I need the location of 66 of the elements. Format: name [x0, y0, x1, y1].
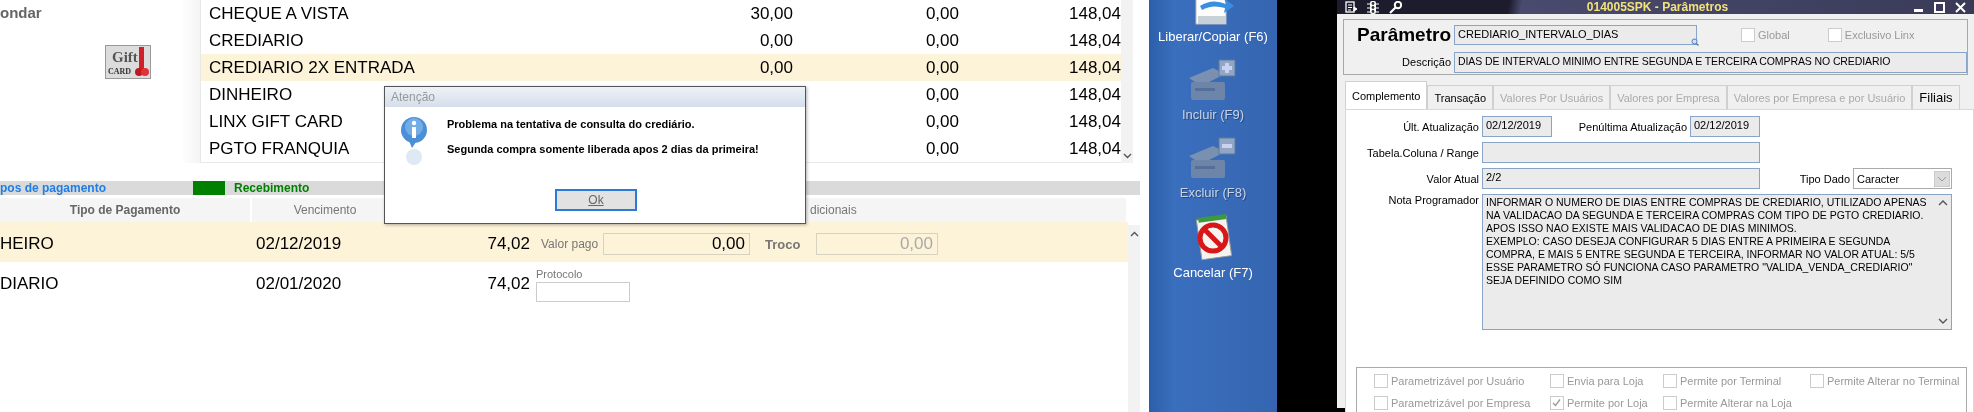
ok-button[interactable]: Ok	[555, 189, 637, 211]
field-label: Tabela.Coluna / Range	[1366, 146, 1480, 159]
payment-name: CREDIARIO 2X ENTRADA	[209, 57, 415, 78]
table-cell-text: 148,04	[1068, 84, 1121, 105]
due-date: 02/12/2019	[255, 234, 343, 254]
payment-type: DIARIO	[0, 274, 60, 294]
table-cell-text: 0,00	[924, 57, 959, 78]
table-cell-text: 148,04	[1068, 111, 1121, 132]
due-date: 02/01/2020	[255, 274, 343, 294]
field-label: Penúltima Atualização	[1577, 120, 1688, 133]
rounding-label: ondar	[0, 4, 42, 21]
toolbar-button[interactable]: Liberar/Copiar (F6)	[1158, 0, 1268, 44]
table-cell-text: 148,04	[1068, 57, 1121, 78]
field-label: Troco	[765, 236, 802, 252]
description-field[interactable]: DIAS DE INTERVALO MINIMO ENTRE SEGUNDA E TERCEIRA COMPRAS NO CREDIARIO	[1454, 51, 1967, 73]
payment-row[interactable]: DIARIO 02/01/2020 74,02 Protocolo	[0, 262, 1128, 302]
payment-name: CREDIARIO	[209, 30, 304, 51]
field-label: Tipo Dado	[1798, 172, 1851, 185]
amount: 74,02	[486, 234, 530, 254]
column-header: dicionais	[806, 198, 1126, 222]
note-paragraph: ESSE PARAMETRO SÓ FUNCIONA CASO PARAMETRO "VALIDA_VENDA_CREDIARIO" SEJA DEFINIDO COMO SIM	[1486, 261, 1914, 287]
field-label: Valor pago	[541, 237, 600, 251]
note-paragraph: INFORMAR O NUMERO DE DIAS ENTRE COMPRAS DE CREDIARIO, UTILIZADO APENAS NA VALIDACAO DA SEGUNDA E TERCEIRA COMPRAS COM TIPO DE PGTO CREDIARIO.	[1486, 196, 1928, 222]
table-cell-text: 0,00	[758, 57, 793, 78]
field-label: Descrição	[1401, 56, 1452, 68]
date-field[interactable]: 02/12/2019	[1482, 116, 1552, 137]
dialog-title: Atenção	[385, 87, 805, 107]
column-header: Tipo de Pagamento	[0, 198, 250, 222]
tab[interactable]: Filiais	[1912, 85, 1960, 109]
parameter-label: Parâmetro	[1356, 24, 1452, 46]
current-value-field[interactable]: 2/2	[1482, 168, 1760, 189]
field-label: Nota Programador	[1387, 194, 1480, 206]
table-cell-text: 0,00	[924, 30, 959, 51]
toolbar-button[interactable]: Cancelar (F7)	[1173, 214, 1253, 280]
field-label: Últ. Atualização	[1402, 120, 1480, 133]
tab[interactable]: Transação	[1427, 85, 1494, 109]
payment-type: HEIRO	[0, 234, 55, 254]
gift-card-button[interactable]: Gift CARD	[105, 45, 151, 79]
window-title: 014005SPK - Parâmetros	[1585, 0, 1730, 14]
table-cell-text: 0,00	[924, 84, 959, 105]
payment-option-row[interactable]: CHEQUE A VISTA 30,00 0,00 148,04	[201, 0, 1121, 27]
table-cell-text: 0,00	[924, 138, 959, 159]
table-cell-text: 148,04	[1068, 30, 1121, 51]
table-cell-text: 30,00	[749, 3, 793, 24]
field-label: Valor Atual	[1425, 172, 1480, 185]
table-cell-text: 0,00	[924, 3, 959, 24]
table-cell-text: 0,00	[924, 111, 959, 132]
payment-name: CHEQUE A VISTA	[209, 3, 349, 24]
date-field[interactable]: 02/12/2019	[1690, 116, 1760, 137]
tab[interactable]: Complemento	[1345, 81, 1428, 109]
table-cell-text: 148,04	[1068, 3, 1121, 24]
parameter-field[interactable]: CREDIARIO_INTERVALO_DIAS	[1454, 25, 1697, 45]
table-cell-text: 148,04	[1068, 138, 1121, 159]
paid-field[interactable]: 0,00	[603, 233, 750, 255]
legend-label: Recebimento	[234, 181, 310, 195]
field-label: Protocolo	[536, 268, 584, 280]
amount: 74,02	[486, 274, 530, 294]
dialog-message: Segunda compra somente liberada apos 2 dias da primeira!	[447, 143, 759, 155]
table-cell-text: 0,00	[758, 30, 793, 51]
note-paragraph: APOS ISSO NAO EXISTE MAIS VALIDACAO DE DIAS MINIMOS.	[1486, 222, 1798, 235]
dialog-message: Problema na tentativa de consulta do crediário.	[447, 118, 696, 130]
note-paragraph: EXEMPLO: CASO DESEJA CONFIGURAR 5 DIAS ENTRE A PRIMEIRA E SEGUNDA COMPRA, E MAIS 5 ENTRE SEGUNDA E TERCEIRA, INFORMAR NO VALOR ATUAL: 5/5	[1486, 235, 1916, 261]
payment-option-row[interactable]: CREDIARIO 0,00 0,00 148,04	[201, 27, 1121, 54]
payment-row[interactable]: HEIRO 02/12/2019 74,02 Valor pago 0,00 Troco 0,00	[0, 222, 1128, 262]
payment-option-row[interactable]: CREDIARIO 2X ENTRADA 0,00 0,00 148,04	[201, 54, 1121, 81]
data-type-dropdown[interactable]: Caracter	[1853, 168, 1952, 189]
